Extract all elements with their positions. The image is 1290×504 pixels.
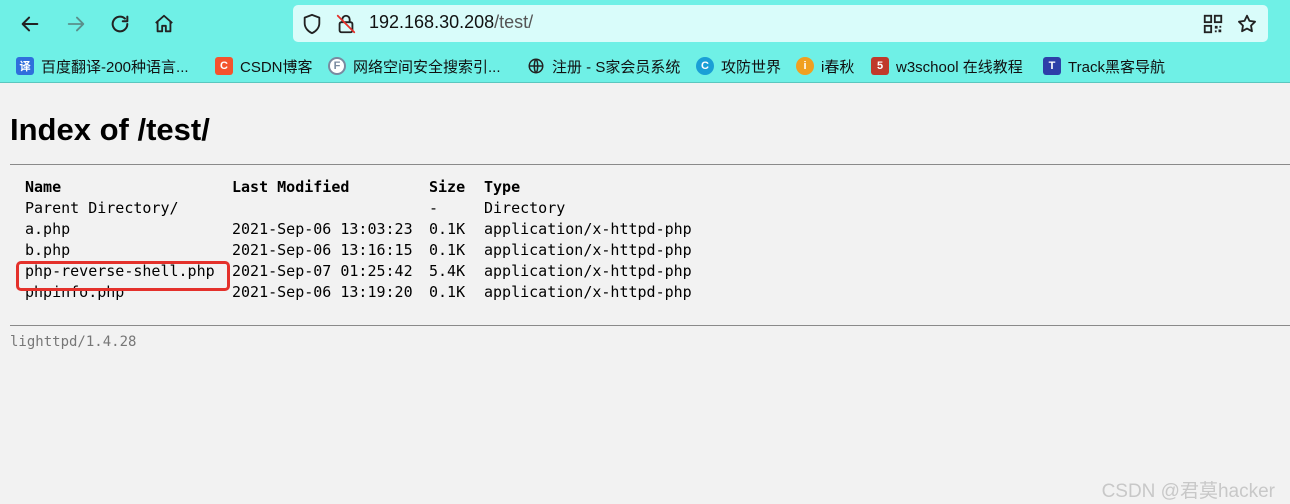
row-type: application/x-httpd-php (484, 220, 692, 238)
bookmark-item[interactable]: C CSDN博客 (215, 56, 313, 76)
bookmarks-bar: 译 百度翻译-200种语言... C CSDN博客 F 网络空间安全搜索引...… (0, 48, 1290, 83)
translate-icon: 译 (16, 57, 34, 75)
row-size: 0.1K (429, 241, 466, 259)
url-text[interactable]: 192.168.30.208/test/ (369, 12, 533, 33)
row-size: - (429, 199, 439, 217)
server-signature: lighttpd/1.4.28 (10, 334, 137, 350)
shield-icon[interactable] (301, 13, 323, 35)
forward-arrow-icon (67, 16, 85, 32)
row-type: application/x-httpd-php (484, 283, 692, 301)
row-modified: 2021-Sep-06 13:16:15 (232, 241, 413, 259)
fofa-icon: F (328, 57, 346, 75)
back-button[interactable] (16, 10, 44, 38)
row-size: 0.1K (429, 220, 466, 238)
column-header-type[interactable]: Type (484, 178, 520, 196)
globe-icon (528, 58, 544, 74)
row-type: application/x-httpd-php (484, 241, 692, 259)
qr-code-icon[interactable] (1202, 13, 1224, 35)
forward-button[interactable] (62, 10, 90, 38)
ichunqiu-icon: i (796, 57, 814, 75)
row-modified: 2021-Sep-07 01:25:42 (232, 262, 413, 280)
highlight-box (16, 261, 230, 291)
column-header-modified[interactable]: Last Modified (232, 178, 349, 196)
track-icon: T (1043, 57, 1061, 75)
file-link[interactable]: a.php (25, 220, 70, 238)
insecure-lock-icon[interactable] (335, 13, 357, 35)
parent-directory-link[interactable]: Parent Directory/ (25, 199, 179, 217)
reload-button[interactable] (106, 10, 134, 38)
bookmark-item[interactable]: i i春秋 (796, 56, 854, 76)
top-divider (10, 164, 1290, 165)
row-modified: 2021-Sep-06 13:03:23 (232, 220, 413, 238)
row-type: Directory (484, 199, 566, 217)
bookmark-item[interactable]: C 攻防世界 (696, 56, 781, 76)
csdn-icon: C (215, 57, 233, 75)
back-arrow-icon (21, 16, 39, 32)
home-icon (155, 14, 173, 33)
bookmark-item[interactable]: 注册 - S家会员系统 (527, 56, 680, 76)
home-button[interactable] (150, 10, 178, 38)
reload-icon (111, 15, 129, 33)
column-header-size[interactable]: Size (429, 178, 465, 196)
bottom-divider (10, 325, 1290, 326)
watermark: CSDN @君莫hacker (1101, 481, 1275, 502)
row-type: application/x-httpd-php (484, 262, 692, 280)
page-content: Index of /test/ Name Last Modified Size … (0, 84, 1290, 504)
w3school-icon: 5 (871, 57, 889, 75)
bookmark-item[interactable]: T Track黑客导航 (1043, 56, 1165, 76)
page-title: Index of /test/ (10, 112, 210, 147)
column-header-name[interactable]: Name (25, 178, 61, 196)
row-modified: 2021-Sep-06 13:19:20 (232, 283, 413, 301)
address-bar[interactable]: 192.168.30.208/test/ (293, 5, 1268, 42)
bookmark-item[interactable]: F 网络空间安全搜索引... (328, 56, 501, 76)
bookmark-item[interactable]: 5 w3school 在线教程 (871, 56, 1023, 76)
adworld-icon: C (696, 57, 714, 75)
row-size: 0.1K (429, 283, 466, 301)
bookmark-item[interactable]: 译 百度翻译-200种语言... (16, 56, 189, 76)
row-size: 5.4K (429, 262, 466, 280)
browser-toolbar: 192.168.30.208/test/ (0, 0, 1290, 48)
file-link[interactable]: b.php (25, 241, 70, 259)
bookmark-star-icon[interactable] (1236, 13, 1258, 35)
